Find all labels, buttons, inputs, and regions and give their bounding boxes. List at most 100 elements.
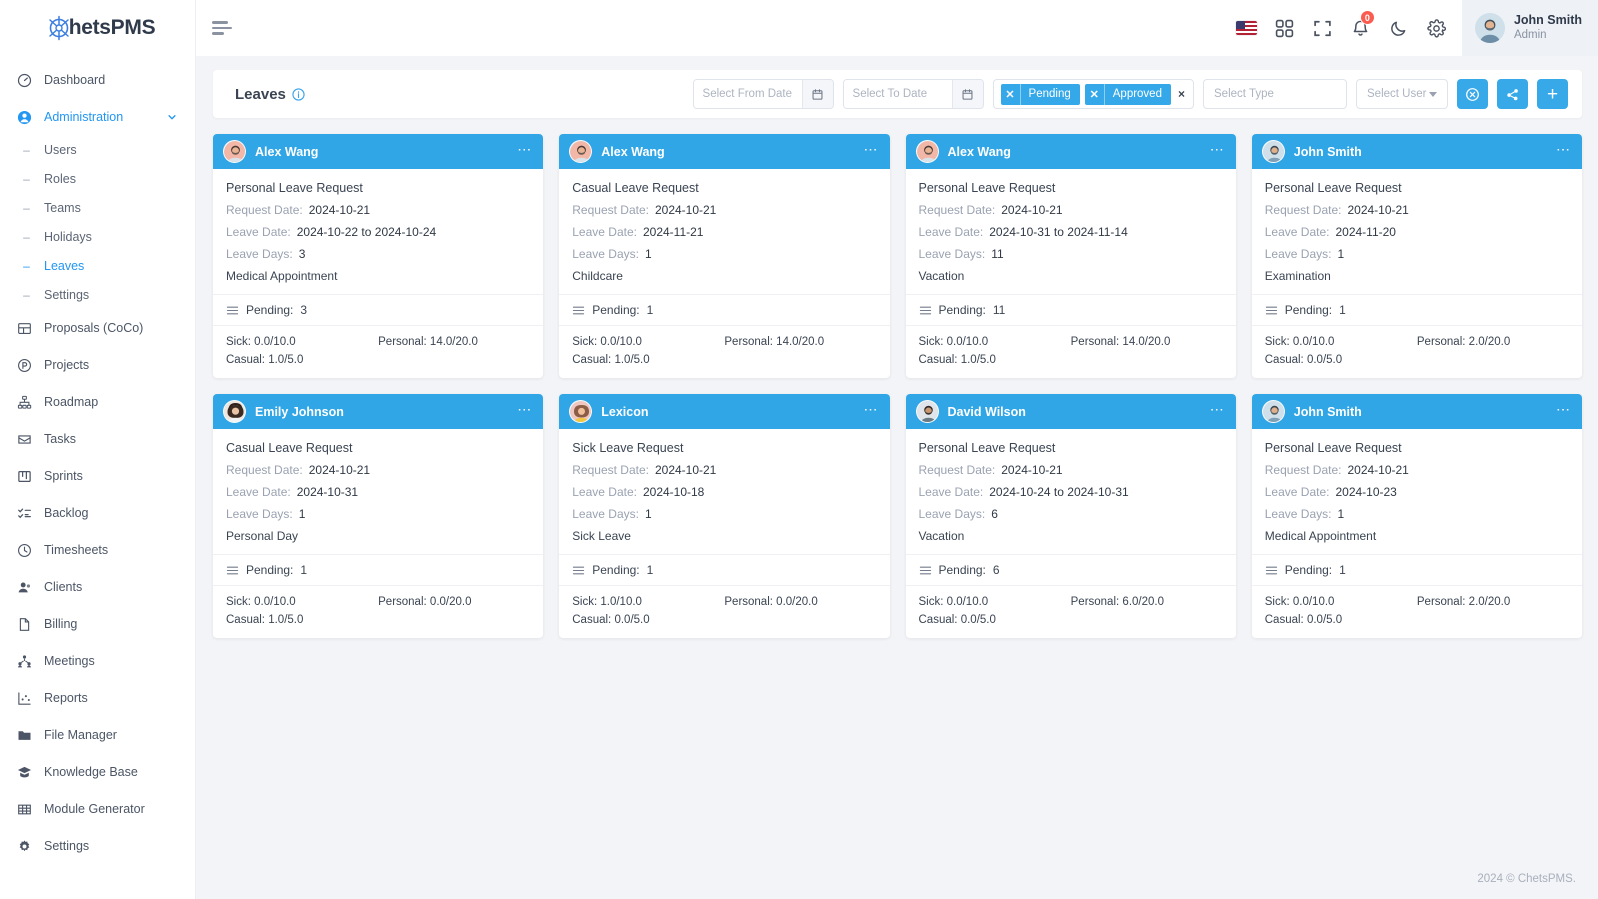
leave-card[interactable]: John Smith ⋯ Personal Leave Request Requ… — [1251, 394, 1582, 638]
leave-days-row: Leave Days: 1 — [1265, 247, 1569, 261]
card-menu-icon[interactable]: ⋯ — [1210, 142, 1225, 158]
status-tag-approved[interactable]: ✕ Approved — [1084, 83, 1171, 105]
sidebar-item-settings[interactable]: Settings — [0, 828, 195, 865]
leave-status-row: Pending: 11 — [905, 294, 1236, 325]
sidebar-item-teams[interactable]: – Teams — [0, 194, 195, 223]
remove-tag-icon[interactable]: ✕ — [1085, 83, 1105, 105]
leave-days-row: Leave Days: 1 — [572, 507, 876, 521]
to-date-input[interactable] — [843, 80, 952, 108]
leave-card[interactable]: Alex Wang ⋯ Personal Leave Request Reque… — [905, 134, 1236, 378]
leave-card[interactable]: Alex Wang ⋯ Casual Leave Request Request… — [559, 134, 890, 378]
casual-balance: Casual: 1.0/5.0 — [572, 354, 724, 366]
leave-date-value: 2024-10-23 — [1335, 485, 1397, 499]
sidebar-item-holidays[interactable]: – Holidays — [0, 223, 195, 252]
user-circle-icon — [16, 109, 33, 126]
sidebar-item-proposals[interactable]: Proposals (CoCo) — [0, 310, 195, 347]
card-menu-icon[interactable]: ⋯ — [864, 402, 879, 418]
meetings-icon — [16, 653, 33, 670]
projects-icon — [16, 357, 33, 374]
leave-date-label: Leave Date: — [918, 485, 984, 499]
brand-logo-block[interactable]: hetsPMS — [0, 0, 195, 56]
casual-label: Casual: — [226, 614, 265, 626]
sidebar-item-roles[interactable]: – Roles — [0, 165, 195, 194]
leave-card[interactable]: Alex Wang ⋯ Personal Leave Request Reque… — [213, 134, 544, 378]
sidebar-item-reports[interactable]: Reports — [0, 680, 195, 717]
sidebar-item-billing[interactable]: Billing — [0, 606, 195, 643]
fullscreen-icon[interactable] — [1304, 0, 1342, 56]
status-tag-pending[interactable]: ✕ Pending — [1000, 83, 1080, 105]
avatar — [223, 140, 246, 163]
gear-icon[interactable] — [1418, 0, 1456, 56]
info-circle-icon[interactable] — [292, 87, 305, 101]
leave-card-body: Personal Leave Request Request Date: 202… — [213, 169, 543, 294]
sidebar-item-backlog[interactable]: Backlog — [0, 495, 195, 532]
sidebar-item-clients[interactable]: Clients — [0, 569, 195, 606]
card-menu-icon[interactable]: ⋯ — [1556, 142, 1571, 158]
casual-value: 0.0/5.0 — [1306, 614, 1343, 626]
leave-card[interactable]: John Smith ⋯ Personal Leave Request Requ… — [1251, 134, 1582, 378]
card-menu-icon[interactable]: ⋯ — [1210, 402, 1225, 418]
share-button[interactable] — [1497, 79, 1528, 109]
sidebar-item-roadmap[interactable]: Roadmap — [0, 384, 195, 421]
avatar — [1261, 400, 1285, 423]
from-date-input[interactable] — [693, 80, 802, 108]
sidebar-item-users[interactable]: – Users — [0, 136, 195, 165]
sidebar-item-tasks[interactable]: Tasks — [0, 421, 195, 458]
leave-reason: Medical Appointment — [1264, 529, 1377, 543]
casual-balance: Casual: 0.0/5.0 — [919, 614, 1071, 626]
calendar-icon[interactable] — [801, 80, 833, 108]
sidebar-item-meetings[interactable]: Meetings — [0, 643, 195, 680]
remove-tag-icon[interactable]: ✕ — [1001, 83, 1021, 105]
add-leave-button[interactable]: + — [1537, 79, 1568, 109]
select-type-dropdown[interactable]: Select Type — [1203, 79, 1347, 109]
reset-filters-button[interactable] — [1457, 79, 1488, 109]
sick-label: Sick: — [226, 336, 251, 348]
balance-row: Casual: 1.0/5.0 — [226, 354, 530, 366]
leave-days-label: Leave Days: — [1264, 247, 1332, 261]
leave-card[interactable]: Emily Johnson ⋯ Casual Leave Request Req… — [213, 394, 544, 638]
personal-label: Personal: — [1070, 596, 1120, 608]
sidebar-item-admin-settings[interactable]: – Settings — [0, 281, 195, 310]
leave-card-user: Emily Johnson — [255, 404, 344, 419]
sidebar-item-module-generator[interactable]: Module Generator — [0, 791, 195, 828]
personal-value: 14.0/20.0 — [1122, 336, 1171, 348]
hamburger-icon[interactable] — [212, 15, 238, 41]
clear-all-tags-icon[interactable]: × — [1176, 87, 1187, 101]
user-profile-menu[interactable]: John Smith Admin — [1461, 0, 1598, 56]
sick-value: 0.0/10.0 — [1292, 596, 1335, 608]
leave-card[interactable]: David Wilson ⋯ Personal Leave Request Re… — [905, 394, 1236, 638]
dark-mode-moon-icon[interactable] — [1380, 0, 1418, 56]
sick-value: 0.0/10.0 — [254, 596, 296, 608]
sidebar-item-administration[interactable]: Administration — [0, 99, 195, 136]
sidebar-item-leaves[interactable]: – Leaves — [0, 252, 195, 281]
card-menu-icon[interactable]: ⋯ — [1556, 402, 1571, 418]
card-menu-icon[interactable]: ⋯ — [864, 142, 879, 158]
sidebar-item-projects[interactable]: Projects — [0, 347, 195, 384]
sprints-icon — [16, 468, 33, 485]
card-menu-icon[interactable]: ⋯ — [517, 402, 532, 418]
leave-date-label: Leave Date: — [572, 485, 637, 499]
leave-status-row: Pending: 6 — [905, 554, 1236, 585]
select-user-dropdown[interactable]: Select User — [1356, 79, 1448, 109]
leave-card-body: Personal Leave Request Request Date: 202… — [1252, 429, 1582, 554]
sick-balance: Sick: 0.0/10.0 — [572, 336, 724, 348]
sidebar-item-timesheets[interactable]: Timesheets — [0, 532, 195, 569]
leave-date-value: 2024-10-24 to 2024-10-31 — [989, 485, 1129, 499]
balance-row: Sick: 0.0/10.0 Personal: 14.0/20.0 — [226, 336, 530, 348]
calendar-icon[interactable] — [951, 80, 983, 108]
bell-icon[interactable]: 0 — [1342, 0, 1380, 56]
balance-row: Casual: 0.0/5.0 — [1265, 614, 1569, 626]
sidebar-item-file-manager[interactable]: File Manager — [0, 717, 195, 754]
leave-days-value: 11 — [991, 247, 1004, 261]
sidebar-item-dashboard[interactable]: Dashboard — [0, 62, 195, 99]
leave-card[interactable]: Lexicon ⋯ Sick Leave Request Request Dat… — [559, 394, 890, 638]
card-menu-icon[interactable]: ⋯ — [517, 142, 532, 158]
language-flag-icon[interactable] — [1228, 0, 1266, 56]
status-filter-tags[interactable]: ✕ Pending ✕ Approved × — [992, 79, 1194, 109]
apps-grid-icon[interactable] — [1266, 0, 1304, 56]
status-tag-label: Pending — [1028, 88, 1071, 100]
sidebar-item-sprints[interactable]: Sprints — [0, 458, 195, 495]
sidebar-item-knowledge-base[interactable]: Knowledge Base — [0, 754, 195, 791]
casual-value: 0.0/5.0 — [1306, 354, 1343, 366]
leave-card-body: Personal Leave Request Request Date: 202… — [906, 429, 1236, 554]
